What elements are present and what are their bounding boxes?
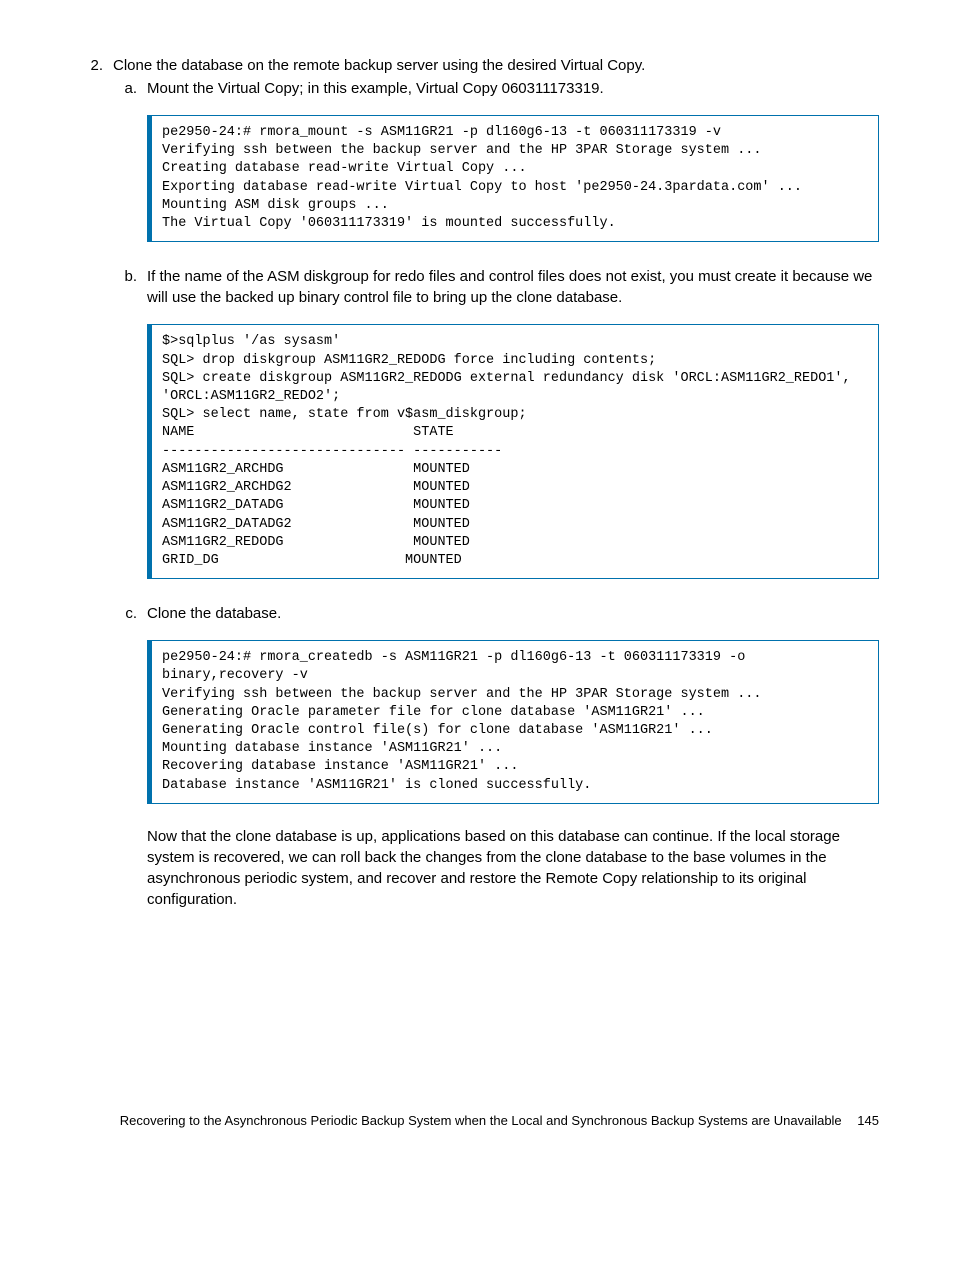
substep-text: If the name of the ASM diskgroup for red… (147, 266, 879, 308)
substep-text: Mount the Virtual Copy; in this example,… (147, 78, 879, 99)
footer-title: Recovering to the Asynchronous Periodic … (120, 1113, 842, 1128)
step-body: Clone the database on the remote backup … (103, 55, 879, 910)
list-item-c: c. Clone the database. pe2950-24:# rmora… (113, 603, 879, 910)
page: 2. Clone the database on the remote back… (0, 0, 954, 1160)
code-block-createdb: pe2950-24:# rmora_createdb -s ASM11GR21 … (147, 640, 879, 804)
substep-number: b. (113, 266, 137, 601)
page-footer: Recovering to the Asynchronous Periodic … (0, 1112, 879, 1130)
ordered-list-sub: a. Mount the Virtual Copy; in this examp… (113, 78, 879, 910)
substep-body: If the name of the ASM diskgroup for red… (137, 266, 879, 601)
step-number: 2. (75, 55, 103, 910)
page-number: 145 (857, 1113, 879, 1128)
code-block-sqlplus: $>sqlplus '/as sysasm' SQL> drop diskgro… (147, 324, 879, 579)
list-item-step-2: 2. Clone the database on the remote back… (75, 55, 879, 910)
code-block-mount: pe2950-24:# rmora_mount -s ASM11GR21 -p … (147, 115, 879, 242)
substep-number: c. (113, 603, 137, 910)
substep-body: Clone the database. pe2950-24:# rmora_cr… (137, 603, 879, 910)
substep-text: Clone the database. (147, 603, 879, 624)
ordered-list-main: 2. Clone the database on the remote back… (75, 55, 879, 910)
paragraph-after-c: Now that the clone database is up, appli… (147, 826, 879, 910)
substep-number: a. (113, 78, 137, 264)
list-item-a: a. Mount the Virtual Copy; in this examp… (113, 78, 879, 264)
substep-body: Mount the Virtual Copy; in this example,… (137, 78, 879, 264)
list-item-b: b. If the name of the ASM diskgroup for … (113, 266, 879, 601)
step-text: Clone the database on the remote backup … (113, 55, 879, 76)
